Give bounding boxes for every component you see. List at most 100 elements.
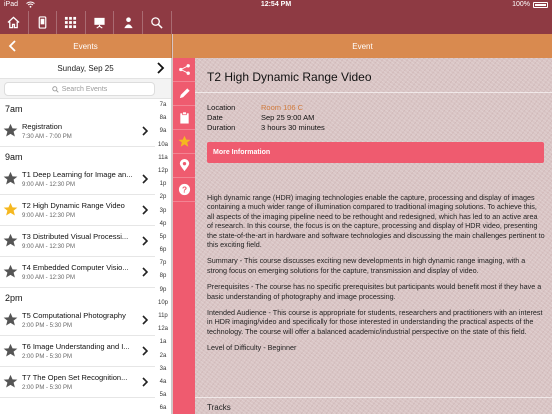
time-index-entry[interactable]: 9p [155, 284, 171, 297]
time-index-entry[interactable]: 2a [155, 350, 171, 363]
star-icon[interactable] [3, 233, 18, 248]
time-index-entry[interactable]: 3a [155, 363, 171, 376]
chevron-right-icon [142, 315, 148, 325]
time-index-entry[interactable]: 7a [155, 99, 171, 112]
event-list-item[interactable]: T3 Distributed Visual Processi... 9:00 AM… [0, 226, 155, 257]
event-list-item[interactable]: T7 The Open Set Recognition... 2:00 PM - … [0, 367, 155, 398]
event-times: 2:00 PM - 5:30 PM [22, 385, 73, 391]
clipboard-icon[interactable] [173, 106, 195, 130]
time-index-entry[interactable]: 11p [155, 310, 171, 323]
event-title: T2 High Dynamic Range Video [207, 70, 372, 84]
time-index-entry[interactable]: 12p [155, 165, 171, 178]
home-icon[interactable] [0, 11, 29, 34]
next-day-chevron-icon[interactable] [156, 62, 165, 74]
chevron-right-icon [142, 205, 148, 215]
time-index-entry[interactable]: 5p [155, 231, 171, 244]
more-information-button[interactable]: More Information [207, 142, 544, 163]
search-placeholder: Search Events [61, 85, 108, 93]
location-icon[interactable] [173, 154, 195, 178]
search-icon [52, 85, 59, 93]
star-icon[interactable] [3, 202, 18, 217]
tracks-heading: Tracks [207, 403, 231, 412]
event-header-title: Event [352, 41, 373, 51]
event-title: Registration [22, 122, 63, 131]
search-bar: Search Events [0, 79, 171, 99]
star-icon[interactable] [3, 312, 18, 327]
event-title: T2 High Dynamic Range Video [22, 201, 125, 210]
event-list-item[interactable]: T4 Embedded Computer Visio... 9:00 AM - 1… [0, 257, 155, 288]
star-icon[interactable] [3, 123, 18, 138]
status-bar: iPad 12:54 PM 100% [0, 0, 552, 11]
time-index-entry[interactable]: 11a [155, 152, 171, 165]
time-index-entry[interactable]: 1a [155, 336, 171, 349]
top-bar: iPad 12:54 PM 100% [0, 0, 552, 34]
chevron-right-icon [142, 267, 148, 277]
pencil-icon[interactable] [173, 82, 195, 106]
chevron-right-icon [142, 236, 148, 246]
star-icon[interactable] [3, 171, 18, 186]
time-index-entry[interactable]: 4a [155, 376, 171, 389]
date-label: Date [207, 113, 223, 122]
events-header-title: Events [73, 41, 98, 51]
time-index-entry[interactable]: 8p [155, 270, 171, 283]
time-index-entry[interactable]: 6a [155, 402, 171, 414]
star-icon[interactable] [3, 343, 18, 358]
time-index-entry[interactable]: 2p [155, 191, 171, 204]
event-list: 7am Registration 7:30 AM - 7:00 PM 9am T1 De… [0, 99, 155, 398]
description-paragraph: Level of Difficulty - Beginner [207, 343, 297, 353]
time-index-entry[interactable]: 8a [155, 112, 171, 125]
time-index-entry[interactable]: 12a [155, 323, 171, 336]
event-title: T4 Embedded Computer Visio... [22, 263, 129, 272]
divider [195, 397, 552, 398]
back-chevron-icon[interactable] [8, 40, 18, 52]
event-times: 9:00 AM - 12:30 PM [22, 244, 76, 250]
time-index-entry[interactable]: 5a [155, 389, 171, 402]
time-index-entry[interactable]: 3p [155, 205, 171, 218]
help-icon[interactable]: ? [173, 178, 195, 202]
time-group-heading: 9am [0, 147, 155, 164]
event-list-item[interactable]: Registration 7:30 AM - 7:00 PM [0, 116, 155, 147]
event-title: T5 Computational Photography [22, 311, 126, 320]
event-title: T7 The Open Set Recognition... [22, 373, 128, 382]
time-index-entry[interactable]: 4p [155, 218, 171, 231]
time-index-entry[interactable]: 10p [155, 297, 171, 310]
location-label: Location [207, 103, 236, 112]
event-list-item[interactable]: T1 Deep Learning for Image an... 9:00 AM … [0, 164, 155, 195]
time-index[interactable]: 7a 8a 9a 10a 11a 12p 1p 2p 3p 4p 5p 6p 7p 8p 9p 10p 11p 1… [155, 99, 171, 414]
events-header: Events [0, 34, 172, 58]
phone-icon[interactable] [29, 11, 58, 34]
event-list-item[interactable]: T6 Image Understanding and I... 2:00 PM -… [0, 336, 155, 367]
event-header: Event [173, 34, 552, 58]
share-icon[interactable] [173, 58, 195, 82]
attendee-icon[interactable] [114, 11, 143, 34]
event-meta: Location Room 106 C Date Sep 25 9:00 AM … [207, 103, 325, 133]
event-times: 9:00 AM - 12:30 PM [22, 275, 76, 281]
event-title: T3 Distributed Visual Processi... [22, 232, 129, 241]
star-icon[interactable] [3, 374, 18, 389]
event-detail: T2 High Dynamic Range Video Location Roo… [195, 58, 552, 414]
star-icon[interactable] [3, 264, 18, 279]
event-times: 7:30 AM - 7:00 PM [22, 134, 72, 140]
time-index-entry[interactable]: 1p [155, 178, 171, 191]
time-index-entry[interactable]: 9a [155, 125, 171, 138]
event-list-item[interactable]: T5 Computational Photography 2:00 PM - 5:… [0, 305, 155, 336]
duration-value: 3 hours 30 minutes [261, 123, 325, 132]
presentation-icon[interactable] [86, 11, 115, 34]
time-index-entry[interactable]: 6p [155, 244, 171, 257]
grid-icon[interactable] [57, 11, 86, 34]
search-icon[interactable] [143, 11, 172, 34]
description-paragraph: Summary - This course discusses exciting… [207, 256, 526, 275]
date-navigator: Sunday, Sep 25 [0, 58, 171, 79]
time-index-entry[interactable]: 7p [155, 257, 171, 270]
chevron-right-icon [142, 174, 148, 184]
time-index-entry[interactable]: 10a [155, 139, 171, 152]
search-events-input[interactable]: Search Events [4, 82, 155, 96]
event-title: T6 Image Understanding and I... [22, 342, 130, 351]
star-icon[interactable] [173, 130, 195, 154]
event-list-item[interactable]: T2 High Dynamic Range Video 9:00 AM - 12:… [0, 195, 155, 226]
duration-label: Duration [207, 123, 236, 132]
location-link[interactable]: Room 106 C [261, 103, 303, 113]
description-paragraph: Prerequisites - The course has no specif… [207, 282, 542, 301]
time-group-heading: 7am [0, 99, 155, 116]
top-nav [0, 11, 172, 34]
